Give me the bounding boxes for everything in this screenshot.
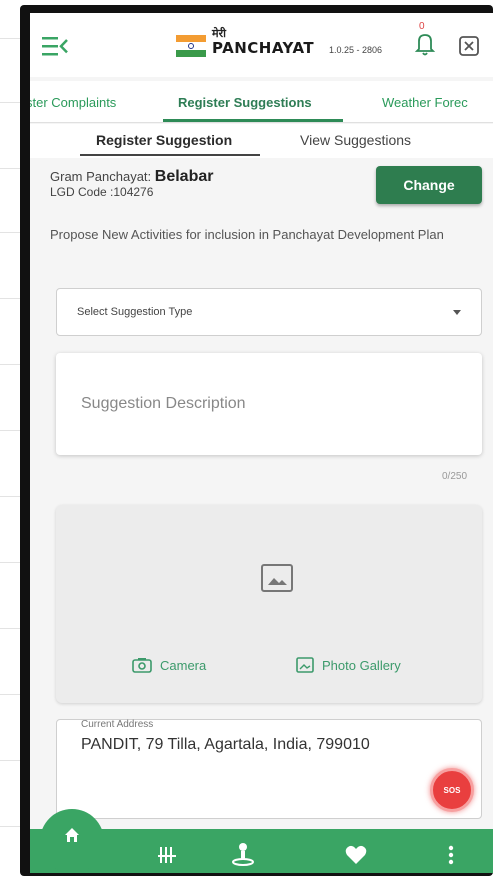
subtab-register-suggestion[interactable]: Register Suggestion [96,132,232,148]
image-placeholder-icon [261,564,293,592]
phone-frame: मेरी PANCHAYAT 1.0.25 - 2806 0 ster Comp… [20,5,493,876]
select-placeholder: Select Suggestion Type [77,306,193,318]
logo-title: PANCHAYAT [212,39,315,57]
change-button[interactable]: Change [376,166,482,204]
sub-tabs: Register Suggestion View Suggestions [30,124,493,158]
camera-button[interactable]: Camera [132,655,206,675]
tab-weather-forecast[interactable]: Weather Forec [382,95,468,110]
panchayat-flag-icon [176,35,206,57]
tab-active-indicator [163,119,343,122]
gram-panchayat-label: Gram Panchayat: [50,169,152,184]
home-button[interactable] [40,809,104,873]
app-version: 1.0.25 - 2806 [329,45,383,55]
camera-icon [132,658,152,673]
heart-icon[interactable] [345,845,367,865]
camera-label: Camera [160,657,207,673]
bottom-navigation [30,809,493,873]
gram-panchayat-name: Belabar [154,168,214,185]
subtab-view-suggestions[interactable]: View Suggestions [300,132,411,148]
gallery-label: Photo Gallery [322,657,401,673]
lgd-code: LGD Code :104276 [50,185,154,199]
subtab-active-indicator [80,154,260,156]
tab-register-suggestions[interactable]: Register Suggestions [178,95,312,110]
character-counter: 0/250 [442,471,468,482]
app-logo: मेरी PANCHAYAT 1.0.25 - 2806 [176,25,406,65]
more-icon[interactable] [448,845,454,865]
dashboard-icon[interactable] [158,845,178,865]
app-bar: मेरी PANCHAYAT 1.0.25 - 2806 0 [30,13,493,77]
dropdown-arrow-icon [453,310,461,315]
photo-gallery-button[interactable]: Photo Gallery [296,655,401,675]
gram-panchayat-info: Gram Panchayat: Belabar [50,168,213,186]
home-icon [65,828,79,842]
address-label: Current Address [81,719,154,730]
exit-icon[interactable] [458,35,482,57]
app-screen: मेरी PANCHAYAT 1.0.25 - 2806 0 ster Comp… [30,13,493,873]
photo-upload-area: Camera Photo Gallery [56,505,482,703]
current-address-field[interactable]: Current Address PANDIT, 79 Tilla, Agarta… [56,719,482,819]
location-icon[interactable] [231,841,255,867]
description-placeholder: Suggestion Description [81,395,246,412]
propose-description: Propose New Activities for inclusion in … [50,227,444,242]
tab-register-complaints[interactable]: ster Complaints [30,95,116,110]
suggestion-type-select[interactable]: Select Suggestion Type [56,288,482,336]
gallery-icon [296,657,314,673]
sos-button[interactable]: SOS [430,768,474,812]
bell-icon[interactable] [413,29,437,57]
main-tabs: ster Complaints Register Suggestions Wea… [30,81,493,123]
suggestion-description-field[interactable]: Suggestion Description [56,353,482,455]
address-value: PANDIT, 79 Tilla, Agartala, India, 79901… [81,736,370,753]
menu-collapse-icon[interactable] [42,35,68,57]
